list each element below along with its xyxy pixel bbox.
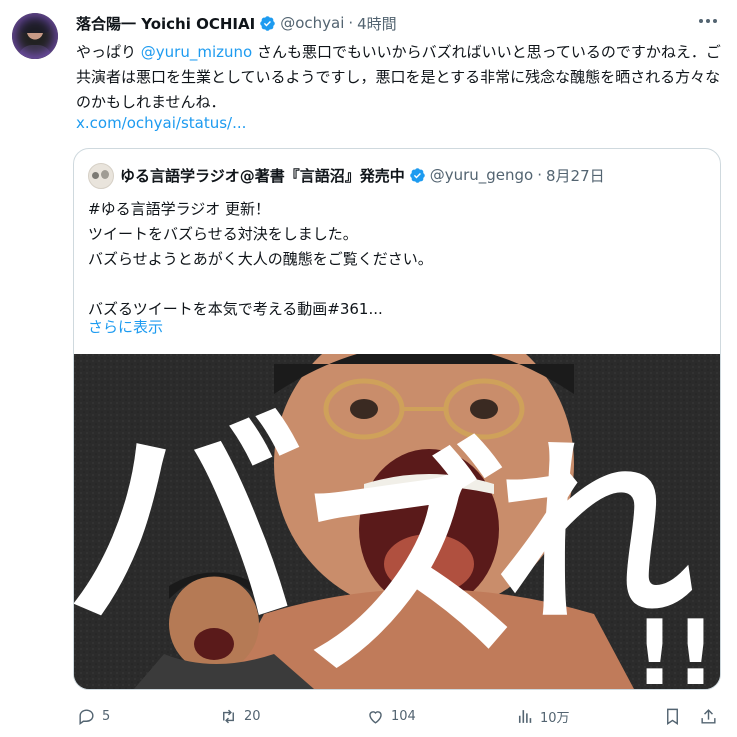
views-count: 10万 (540, 710, 570, 726)
retweet-button[interactable]: 20 (219, 704, 261, 728)
share-icon (701, 708, 716, 724)
like-count: 104 (391, 708, 416, 724)
media-katakana-ba: バ (74, 386, 304, 666)
like-button[interactable]: 104 (366, 704, 416, 728)
quoted-author-handle: @yuru_gengo (429, 166, 534, 184)
quoted-author-avatar (88, 163, 114, 189)
quoted-tweet-header: ゆる言語学ラジオ@著書『言語沼』発売中 @yuru_gengo · 8月27日 (120, 163, 710, 187)
quoted-tweet-text: #ゆる言語学ラジオ 更新！ ツイートをバズらせる対決をしました。 バズらせようと… (88, 200, 433, 318)
tweet-header: 落合陽一 Yoichi OCHIAI @ochyai · 4時間 (76, 12, 397, 34)
bookmark-icon (667, 708, 678, 725)
tweet-url-link[interactable]: x.com/ochyai/status/... (76, 112, 246, 134)
views-button[interactable]: 10万 (515, 704, 570, 728)
reply-icon (79, 708, 94, 725)
retweet-count: 20 (244, 708, 261, 724)
bookmark-button[interactable] (663, 704, 682, 728)
show-more-link[interactable]: さらに表示 (88, 315, 163, 340)
media-exclamation: !! (634, 601, 716, 689)
tweet-text-before: やっぱり (76, 43, 141, 61)
quoted-tweet-image[interactable]: バ ズ れ !! (74, 354, 720, 689)
heart-icon (369, 710, 382, 724)
reply-button[interactable]: 5 (77, 704, 110, 728)
quoted-author-name: ゆる言語学ラジオ@著書『言語沼』発売中 (120, 166, 405, 185)
retweet-icon (223, 709, 234, 723)
tweet-actions-bar: 5 20 104 10万 (73, 704, 723, 728)
more-options-icon[interactable] (697, 14, 719, 28)
separator-dot: · (348, 14, 354, 32)
author-name[interactable]: 落合陽一 Yoichi OCHIAI (76, 13, 255, 34)
reply-count: 5 (102, 708, 111, 724)
verified-badge-icon (409, 167, 425, 183)
separator-dot: · (537, 166, 542, 184)
verified-badge-icon (260, 15, 275, 31)
mention-link[interactable]: @yuru_mizuno (141, 43, 252, 61)
views-chart-icon (518, 709, 532, 723)
quoted-tweet-card[interactable]: ゆる言語学ラジオ@著書『言語沼』発売中 @yuru_gengo · 8月27日 … (73, 148, 721, 690)
tweet-timestamp[interactable]: 4時間 (357, 13, 397, 34)
tweet-text: やっぱり @yuru_mizuno さんも悪口でもいいからバズればいいと思ってい… (76, 40, 721, 115)
author-handle[interactable]: @ochyai (280, 14, 344, 32)
author-avatar[interactable] (12, 13, 58, 59)
share-button[interactable] (699, 704, 718, 728)
quoted-tweet-date: 8月27日 (546, 166, 605, 185)
